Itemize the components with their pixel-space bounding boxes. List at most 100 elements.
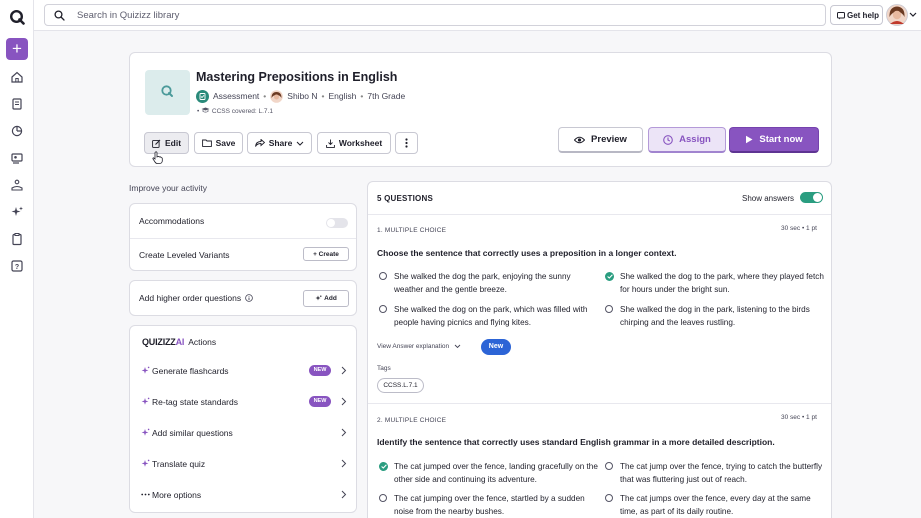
assign-clock-icon bbox=[663, 134, 674, 145]
chevron-down-icon bbox=[296, 141, 304, 146]
graduation-cap-icon bbox=[201, 107, 210, 113]
view-answer-explanation[interactable]: View Answer explanation bbox=[377, 343, 461, 350]
questions-count: 5 QUESTIONS bbox=[377, 194, 433, 203]
accommodations-label: Accommodations bbox=[139, 216, 205, 226]
share-label: Share bbox=[268, 138, 293, 148]
quizizz-thumbnail-logo-icon bbox=[161, 85, 173, 97]
quiz-thumbnail bbox=[145, 70, 190, 115]
check-circle-icon bbox=[605, 272, 614, 281]
chevron-right-icon bbox=[341, 428, 347, 437]
user-avatar-menu[interactable] bbox=[886, 3, 918, 27]
action-generate-flashcards[interactable]: Generate flashcards NEW bbox=[130, 361, 356, 383]
search-input[interactable]: Search in Quizizz library bbox=[44, 4, 826, 26]
actions-title: Actions bbox=[188, 337, 217, 347]
quiz-header-card: Mastering Prepositions in English Assess… bbox=[129, 52, 832, 167]
classes-icon[interactable] bbox=[10, 151, 24, 165]
action-label: More options bbox=[152, 490, 202, 500]
get-help-button[interactable]: Get help bbox=[830, 5, 883, 25]
sparkle-icon bbox=[141, 428, 150, 436]
preview-button[interactable]: Preview bbox=[558, 127, 643, 153]
answer-option: She walked the dog on the park, which wa… bbox=[379, 303, 599, 329]
more-options-button[interactable] bbox=[395, 132, 418, 154]
create-plus-button[interactable]: + bbox=[6, 38, 28, 60]
home-icon[interactable] bbox=[10, 70, 24, 84]
chevron-right-icon bbox=[341, 490, 347, 499]
quizizz-logo-icon[interactable] bbox=[9, 9, 25, 25]
edit-label: Edit bbox=[164, 138, 182, 148]
ccss-standards: • CCSS covered: L.7.1 bbox=[197, 107, 273, 115]
tags-label: Tags bbox=[377, 365, 391, 372]
card-divider bbox=[130, 238, 356, 239]
radio-empty-icon bbox=[379, 305, 387, 313]
brand-text: QUIZIZZ bbox=[142, 337, 176, 347]
question-text: Choose the sentence that correctly uses … bbox=[377, 248, 677, 258]
accommodations-toggle[interactable] bbox=[326, 218, 348, 228]
option-text: The cat jumps over the fence, every day … bbox=[620, 494, 811, 516]
info-icon[interactable] bbox=[245, 294, 253, 302]
quiz-subject: English bbox=[328, 91, 357, 101]
question-type: 2. MULTIPLE CHOICE bbox=[377, 417, 447, 424]
action-label: Generate flashcards bbox=[152, 366, 229, 376]
worksheet-button[interactable]: Worksheet bbox=[317, 132, 391, 154]
share-button[interactable]: Share bbox=[247, 132, 312, 154]
chevron-right-icon bbox=[341, 397, 347, 406]
ccss-covered-label: CCSS covered: L.7.1 bbox=[211, 108, 273, 115]
add-higher-order-button[interactable]: Add bbox=[303, 290, 349, 307]
get-help-label: Get help bbox=[847, 11, 880, 20]
new-explanation-badge: New bbox=[481, 339, 511, 355]
questions-panel: 5 QUESTIONS Show answers 1. MULTIPLE CHO… bbox=[367, 181, 832, 518]
question-divider bbox=[368, 403, 831, 404]
assessment-icon bbox=[196, 89, 209, 103]
tag-pill[interactable]: CCSS.L.7.1 bbox=[377, 378, 424, 393]
assign-button[interactable]: Assign bbox=[648, 127, 726, 153]
quiz-author[interactable]: Shibo N bbox=[287, 91, 317, 101]
radio-empty-icon bbox=[605, 462, 613, 470]
save-button[interactable]: Save bbox=[194, 132, 243, 154]
add-label: Add bbox=[324, 295, 337, 302]
accommodations-card: Accommodations Create Leveled Variants +… bbox=[129, 203, 357, 271]
option-text: The cat jumping over the fence, startled… bbox=[394, 494, 585, 516]
action-retag-standards[interactable]: Re-tag state standards NEW bbox=[130, 392, 356, 414]
sparkle-icon bbox=[315, 295, 322, 301]
start-now-button[interactable]: Start now bbox=[729, 127, 819, 153]
sparkle-icon bbox=[141, 397, 150, 405]
reports-icon[interactable] bbox=[10, 124, 24, 138]
preview-label: Preview bbox=[591, 134, 627, 145]
panel-divider bbox=[368, 214, 831, 215]
action-translate-quiz[interactable]: Translate quiz bbox=[130, 454, 356, 476]
more-dots-icon bbox=[141, 493, 150, 496]
help-center-icon[interactable]: ? bbox=[10, 259, 24, 273]
left-rail: + ? bbox=[0, 0, 34, 518]
chevron-right-icon bbox=[341, 366, 347, 375]
action-more-options[interactable]: More options bbox=[130, 485, 356, 507]
quiz-title: Mastering Prepositions in English bbox=[196, 70, 398, 84]
quizizz-ai-icon[interactable] bbox=[10, 205, 24, 219]
assign-label: Assign bbox=[679, 134, 711, 145]
chevron-down-icon bbox=[454, 344, 461, 349]
quizizz-ai-brand: QUIZIZZAI bbox=[142, 337, 184, 347]
action-add-similar-questions[interactable]: Add similar questions bbox=[130, 423, 356, 445]
leveled-variants-label: Create Leveled Variants bbox=[139, 250, 230, 260]
library-icon[interactable] bbox=[10, 97, 24, 111]
quiz-type: Assessment bbox=[213, 91, 260, 101]
meta-separator: • bbox=[321, 91, 325, 101]
actions-header: QUIZIZZAI Actions bbox=[142, 337, 216, 347]
option-text: The cat jumped over the fence, landing g… bbox=[394, 462, 598, 484]
search-icon bbox=[54, 10, 65, 21]
quizizz-ai-actions-card: QUIZIZZAI Actions Generate flashcards NE… bbox=[129, 325, 357, 513]
brand-ai-text: AI bbox=[175, 337, 185, 347]
vertical-dots-icon bbox=[405, 138, 408, 148]
edit-button[interactable]: Edit bbox=[144, 132, 189, 154]
help-chat-icon bbox=[837, 12, 845, 20]
show-answers-toggle[interactable] bbox=[800, 192, 823, 203]
improve-heading: Improve your activity bbox=[129, 183, 207, 193]
accommodations-icon[interactable] bbox=[10, 178, 24, 192]
clipboard-icon[interactable] bbox=[10, 232, 24, 246]
option-text: She walked the dog in the park, listenin… bbox=[620, 305, 810, 327]
meta-separator: • bbox=[263, 91, 267, 101]
sparkle-icon bbox=[141, 459, 150, 467]
higher-order-label: Add higher order questions bbox=[139, 293, 242, 303]
create-leveled-variants-button[interactable]: + Create bbox=[303, 247, 349, 261]
search-placeholder: Search in Quizizz library bbox=[77, 10, 180, 21]
question-type: 1. MULTIPLE CHOICE bbox=[377, 227, 447, 234]
